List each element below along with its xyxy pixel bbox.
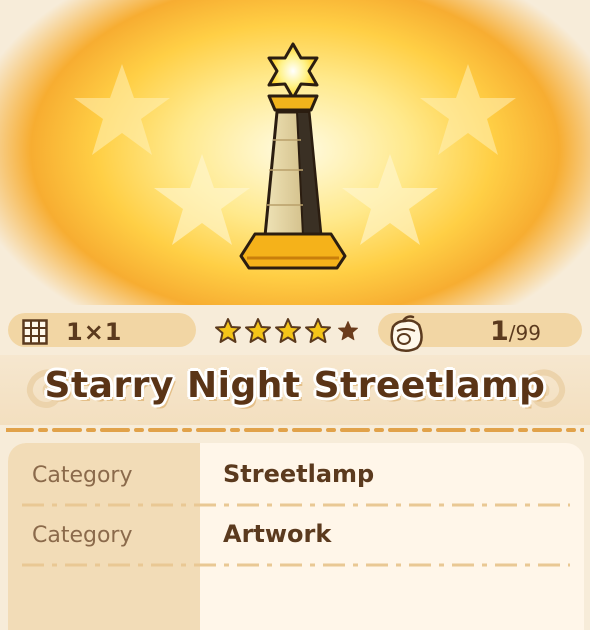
item-preview: [0, 0, 590, 305]
streetlamp-icon: [239, 42, 347, 270]
grid-icon: [22, 319, 48, 345]
detail-value: Artwork: [223, 520, 332, 548]
star-filled-icon: [275, 318, 301, 343]
item-details: Category Streetlamp Category Artwork: [8, 443, 584, 630]
rarity-stars: [214, 317, 362, 345]
count-current: 1: [490, 316, 509, 347]
bag-icon: [390, 315, 423, 352]
star-filled-icon: [245, 318, 271, 343]
star-empty-icon: [337, 320, 358, 341]
item-title: Starry Night Streetlamp: [44, 365, 546, 406]
star-filled-icon: [215, 318, 241, 343]
decor-star-icon: [342, 154, 438, 245]
divider: [6, 428, 584, 432]
item-stats-bar: 1×1 1/99: [0, 305, 590, 355]
detail-value: Streetlamp: [223, 460, 375, 488]
title-banner: Starry Night Streetlamp: [0, 355, 590, 425]
decor-star-icon: [74, 64, 170, 155]
item-count: 1/99: [490, 317, 541, 350]
detail-label: Category: [32, 523, 133, 548]
item-detail-card: 1×1 1/99 Starry Night Streetlamp Categor…: [0, 0, 590, 630]
star-filled-icon: [305, 318, 331, 343]
detail-label: Category: [32, 463, 133, 488]
count-max: /99: [508, 321, 541, 345]
row-divider: [22, 563, 570, 567]
row-divider: [22, 503, 570, 507]
item-size: 1×1: [66, 318, 123, 346]
decor-star-icon: [420, 64, 516, 155]
